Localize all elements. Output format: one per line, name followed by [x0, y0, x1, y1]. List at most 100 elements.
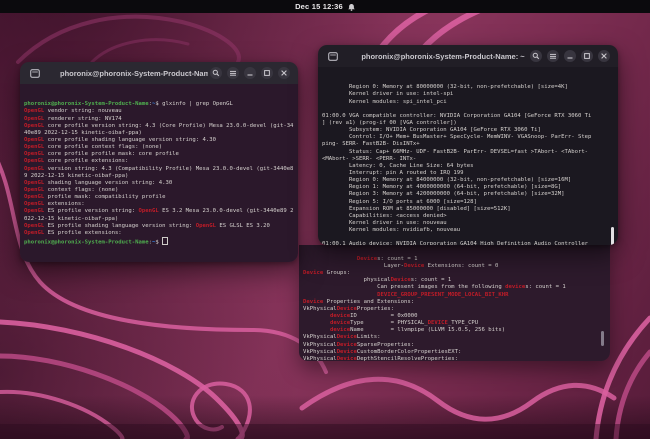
terminal-text: OpenGL [24, 201, 45, 208]
terminal-line: OpenGL ES profile extensions: [24, 230, 298, 237]
new-tab-button[interactable] [28, 67, 41, 79]
terminal-text: s: count = 1 [377, 255, 418, 262]
terminal-line: Expansion ROM at 85000000 [disabled] [si… [322, 206, 618, 213]
close-button[interactable] [598, 50, 610, 62]
terminal-line: deviceID = 0x0000 [303, 313, 610, 320]
terminal-line: OpenGL ES profile version string: OpenGL… [24, 208, 298, 215]
terminal-text: Kernel driver in use: intel-spi [322, 91, 454, 98]
terminal-text: OpenGL [24, 187, 45, 193]
terminal-line: OpenGL core profile extensions: [24, 158, 298, 165]
terminal-line: OpenGL context flags: (none) [24, 187, 298, 194]
terminal-text: 01:00.1 Audio device: NVIDIA Corporation… [322, 241, 589, 245]
terminal-line: 9 2022-12-15 kinetic-oibaf-ppa) [24, 173, 298, 180]
terminal-text: Control: I/O+ Mem+ BusMaster+ SpecCycle-… [322, 134, 592, 141]
terminal-text: renderer string: NV174 [44, 115, 122, 122]
scrollbar-thumb[interactable] [601, 331, 604, 346]
terminal-text: OpenGL [195, 222, 216, 229]
terminal-content-right[interactable]: Region 0: Memory at 80000000 (32-bit, no… [318, 67, 618, 245]
terminal-text: vendor string: nouveau [44, 108, 122, 115]
terminal-line: OpenGL vendor string: nouveau [24, 108, 298, 115]
terminal-text: $ [155, 239, 163, 246]
terminal-content-left[interactable]: phoronix@phoronix-System-Product-Name:~$… [20, 84, 298, 262]
terminal-line: physicalDevices: count = 1 [303, 277, 610, 284]
terminal-window-left: phoronix@phoronix-System-Product-Name: ~ [20, 62, 298, 262]
terminal-line: phoronix@phoronix-System-Product-Name:~$… [24, 101, 298, 108]
menu-icon[interactable] [227, 67, 239, 79]
terminal-text: extensions: [44, 201, 85, 208]
terminal-line: DEVICE_GROUP_PRESENT_MODE_LOCAL_BIT_KHR [303, 292, 610, 299]
terminal-text: Device [390, 277, 411, 284]
terminal-text: Name = llvmpipe (LLVM 15.0.5, 256 bits) [350, 327, 506, 334]
terminal-text: Region 0: Memory at 80000000 (32-bit, no… [322, 84, 568, 91]
terminal-text: physical [303, 277, 391, 284]
terminal-text: Region 1: Memory at 4000000000 (64-bit, … [322, 184, 562, 191]
terminal-text: DEVICE_GROUP_PRESENT_MODE_LOCAL_BIT_KHR [377, 291, 509, 298]
scrollbar-thumb[interactable] [611, 227, 614, 245]
terminal-line: Capabilities: <access denied> [322, 213, 618, 220]
terminal-text: OpenGL [138, 208, 159, 215]
terminal-line: phoronix@phoronix-System-Product-Name:~$ [24, 236, 298, 246]
terminal-text: <MAbort- >SERR- <PERR- INTx- [322, 155, 417, 162]
terminal-line: VkPhysicalDeviceProperties: [303, 306, 610, 313]
titlebar-left: phoronix@phoronix-System-Product-Name: ~ [20, 62, 298, 84]
terminal-text: Extensions: count = 0 [424, 262, 499, 269]
terminal-line: deviceType = PHYSICAL_DEVICE_TYPE_CPU [303, 320, 610, 327]
search-icon[interactable] [530, 50, 542, 62]
terminal-text: OpenGL [24, 222, 45, 229]
terminal-text: DepthStencilResolveProperties: [356, 355, 458, 361]
desktop: Dec 15 12:36 Devices: count = 1 Layer-De… [0, 0, 650, 439]
new-tab-button[interactable] [326, 50, 339, 62]
terminal-text: Groups: [323, 270, 351, 277]
terminal-text: OpenGL [24, 208, 45, 215]
terminal-text: Limits: [356, 334, 381, 341]
terminal-line: OpenGL core profile context flags: (none… [24, 144, 298, 151]
clock[interactable]: Dec 15 12:36 [295, 0, 343, 13]
terminal-text: Layer- [303, 262, 405, 269]
terminal-text: ES GLSL ES 3.20 [216, 222, 270, 229]
terminal-text: Device [336, 334, 357, 341]
menu-icon[interactable] [547, 50, 559, 62]
terminal-text: ES profile extensions: [44, 229, 122, 236]
terminal-text: device [329, 327, 351, 334]
titlebar-right: phoronix@phoronix-System-Product-Name: ~ [318, 45, 618, 67]
terminal-text: OpenGL [24, 122, 45, 129]
terminal-line: deviceName = llvmpipe (LLVM 15.0.5, 256 … [303, 327, 610, 334]
terminal-line: ] (rev a1) (prog-if 00 [VGA controller]) [322, 120, 618, 127]
minimize-button[interactable] [244, 67, 256, 79]
terminal-line: Device Properties and Extensions: [303, 299, 610, 306]
terminal-line: OpenGL core profile version string: 4.3 … [24, 123, 298, 130]
terminal-text: Device [336, 348, 357, 355]
terminal-text: Region 0: Memory at 84000000 (32-bit, no… [322, 177, 572, 184]
terminal-text: Latency: 0, Cache Line Size: 64 bytes [322, 162, 474, 169]
terminal-text: device [505, 284, 526, 291]
terminal-text: version string: 4.3 (Compatibility Profi… [44, 165, 294, 172]
top-bar: Dec 15 12:36 [0, 0, 650, 13]
terminal-text: Properties: [356, 305, 394, 312]
terminal-line: VkPhysicalDeviceDepthStencilResolvePrope… [303, 356, 610, 361]
terminal-text: device [329, 320, 351, 327]
terminal-text: 022-12-15 kinetic-oibaf-ppa) [24, 215, 119, 222]
terminal-text: Device [303, 298, 324, 305]
terminal-text: Device [356, 255, 378, 262]
terminal-line: OpenGL ES profile shading language versi… [24, 223, 298, 230]
minimize-button[interactable] [564, 50, 576, 62]
notification-bell-icon[interactable] [348, 3, 355, 11]
terminal-text: OpenGL [24, 108, 45, 115]
terminal-text: shading language version string: 4.30 [44, 179, 173, 186]
terminal-text: $ glxinfo | grep OpenGL [155, 101, 233, 108]
terminal-text: VkPhysical [303, 334, 337, 341]
search-icon[interactable] [210, 67, 222, 79]
terminal-line: Can present images from the following de… [303, 284, 610, 291]
terminal-line: Region 1: Memory at 4000000000 (64-bit, … [322, 184, 618, 191]
maximize-button[interactable] [581, 50, 593, 62]
terminal-content-background[interactable]: Devices: count = 1 Layer-Device Extensio… [299, 245, 610, 361]
terminal-text: Device [336, 355, 357, 361]
terminal-text: ES 3.2 Mesa 23.0.0-devel (git-3440e89 2 [158, 208, 294, 215]
maximize-button[interactable] [261, 67, 273, 79]
terminal-text: Status: Cap+ 66MHz- UDF- FastB2B- ParErr… [322, 148, 589, 155]
close-button[interactable] [278, 67, 290, 79]
